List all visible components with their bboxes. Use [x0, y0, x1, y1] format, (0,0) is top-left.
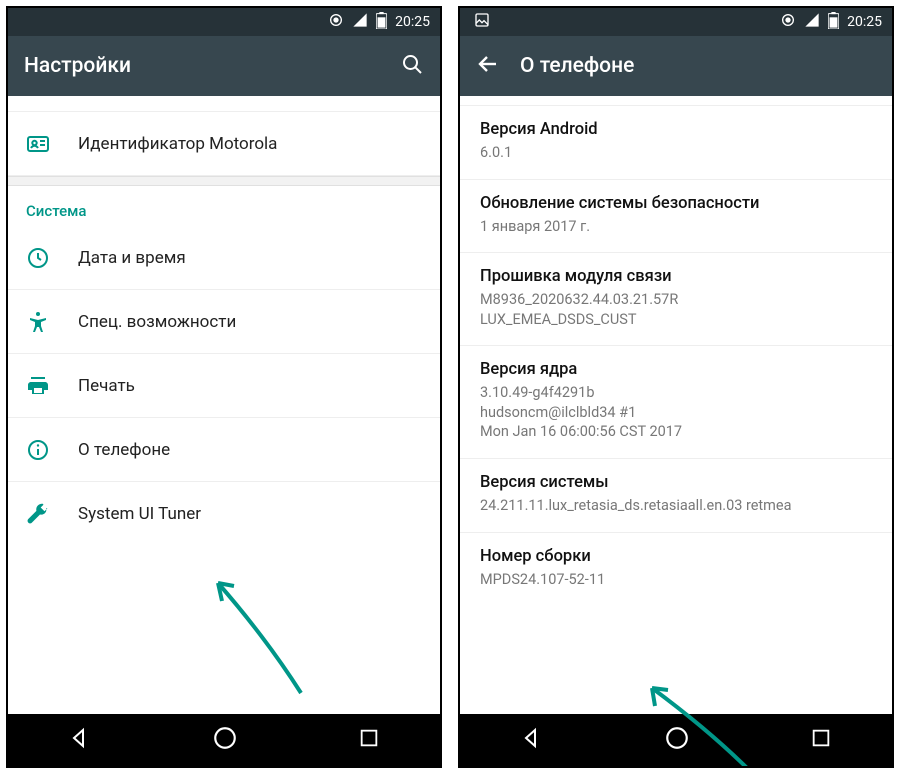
nav-bar — [460, 714, 892, 766]
block-value: 24.211.11.lux_retasia_ds.retasiaall.en.0… — [480, 496, 872, 516]
row-label: Спец. возможности — [78, 312, 236, 332]
app-bar: Настройки — [8, 36, 440, 96]
phone-settings: 20:25 Настройки Идентификатор Motorola С… — [6, 6, 442, 768]
row-label: System UI Tuner — [78, 504, 201, 524]
block-title: Версия ядра — [480, 360, 872, 379]
status-bar: 20:25 — [8, 8, 440, 36]
block-baseband[interactable]: Прошивка модуля связи M8936_2020632.44.0… — [460, 253, 892, 346]
row-label: Идентификатор Motorola — [78, 134, 277, 154]
page-title: О телефоне — [520, 54, 634, 78]
row-date-time[interactable]: Дата и время — [8, 226, 440, 290]
row-motorola-id[interactable]: Идентификатор Motorola — [8, 112, 440, 176]
accessibility-icon — [26, 310, 78, 334]
nav-home-icon[interactable] — [212, 725, 238, 755]
info-icon — [26, 438, 78, 462]
id-card-icon — [26, 132, 78, 156]
clock-icon — [26, 246, 78, 270]
signal-icon — [352, 12, 368, 32]
status-time: 20:25 — [847, 14, 882, 30]
block-title: Версия системы — [480, 473, 872, 492]
block-title: Номер сборки — [480, 547, 872, 566]
print-icon — [26, 374, 78, 398]
page-title: Настройки — [24, 54, 131, 78]
target-icon — [780, 12, 796, 32]
status-bar: 20:25 — [460, 8, 892, 36]
block-value: 1 января 2017 г. — [480, 217, 872, 237]
block-title: Прошивка модуля связи — [480, 267, 872, 286]
block-system-version[interactable]: Версия системы 24.211.11.lux_retasia_ds.… — [460, 459, 892, 533]
row-system-ui-tuner[interactable]: System UI Tuner — [8, 482, 440, 546]
phone-about: 20:25 О телефоне Версия Android 6.0.1 Об… — [458, 6, 894, 768]
wrench-icon — [26, 502, 78, 526]
row-about-phone[interactable]: О телефоне — [8, 418, 440, 482]
section-divider — [8, 176, 440, 186]
section-header-system: Система — [8, 186, 440, 226]
nav-recent-icon[interactable] — [810, 727, 832, 753]
row-accessibility[interactable]: Спец. возможности — [8, 290, 440, 354]
target-icon — [328, 12, 344, 32]
image-icon — [474, 12, 490, 32]
nav-bar — [8, 714, 440, 766]
nav-home-icon[interactable] — [664, 725, 690, 755]
nav-back-icon[interactable] — [68, 726, 92, 754]
nav-recent-icon[interactable] — [358, 727, 380, 753]
back-icon[interactable] — [476, 52, 500, 80]
battery-icon — [828, 12, 839, 33]
block-title: Версия Android — [480, 120, 872, 139]
block-title: Обновление системы безопасности — [480, 194, 872, 213]
nav-back-icon[interactable] — [520, 726, 544, 754]
block-value: MPDS24.107-52-11 — [480, 570, 872, 590]
row-label: О телефоне — [78, 440, 170, 460]
block-security-update[interactable]: Обновление системы безопасности 1 января… — [460, 180, 892, 254]
row-label: Печать — [78, 376, 135, 396]
about-list: Версия Android 6.0.1 Обновление системы … — [460, 96, 892, 714]
block-kernel[interactable]: Версия ядра 3.10.49-g4f4291b hudsoncm@il… — [460, 346, 892, 459]
block-value: 6.0.1 — [480, 143, 872, 163]
signal-icon — [804, 12, 820, 32]
app-bar: О телефоне — [460, 36, 892, 96]
search-icon[interactable] — [400, 52, 424, 80]
row-label: Дата и время — [78, 248, 186, 268]
settings-list: Идентификатор Motorola Система Дата и вр… — [8, 96, 440, 714]
battery-icon — [376, 12, 387, 33]
block-android-version[interactable]: Версия Android 6.0.1 — [460, 106, 892, 180]
block-value: 3.10.49-g4f4291b hudsoncm@ilclbld34 #1 M… — [480, 383, 872, 442]
block-value: M8936_2020632.44.03.21.57R LUX_EMEA_DSDS… — [480, 290, 872, 329]
row-print[interactable]: Печать — [8, 354, 440, 418]
block-build-number[interactable]: Номер сборки MPDS24.107-52-11 — [460, 533, 892, 606]
status-time: 20:25 — [395, 14, 430, 30]
